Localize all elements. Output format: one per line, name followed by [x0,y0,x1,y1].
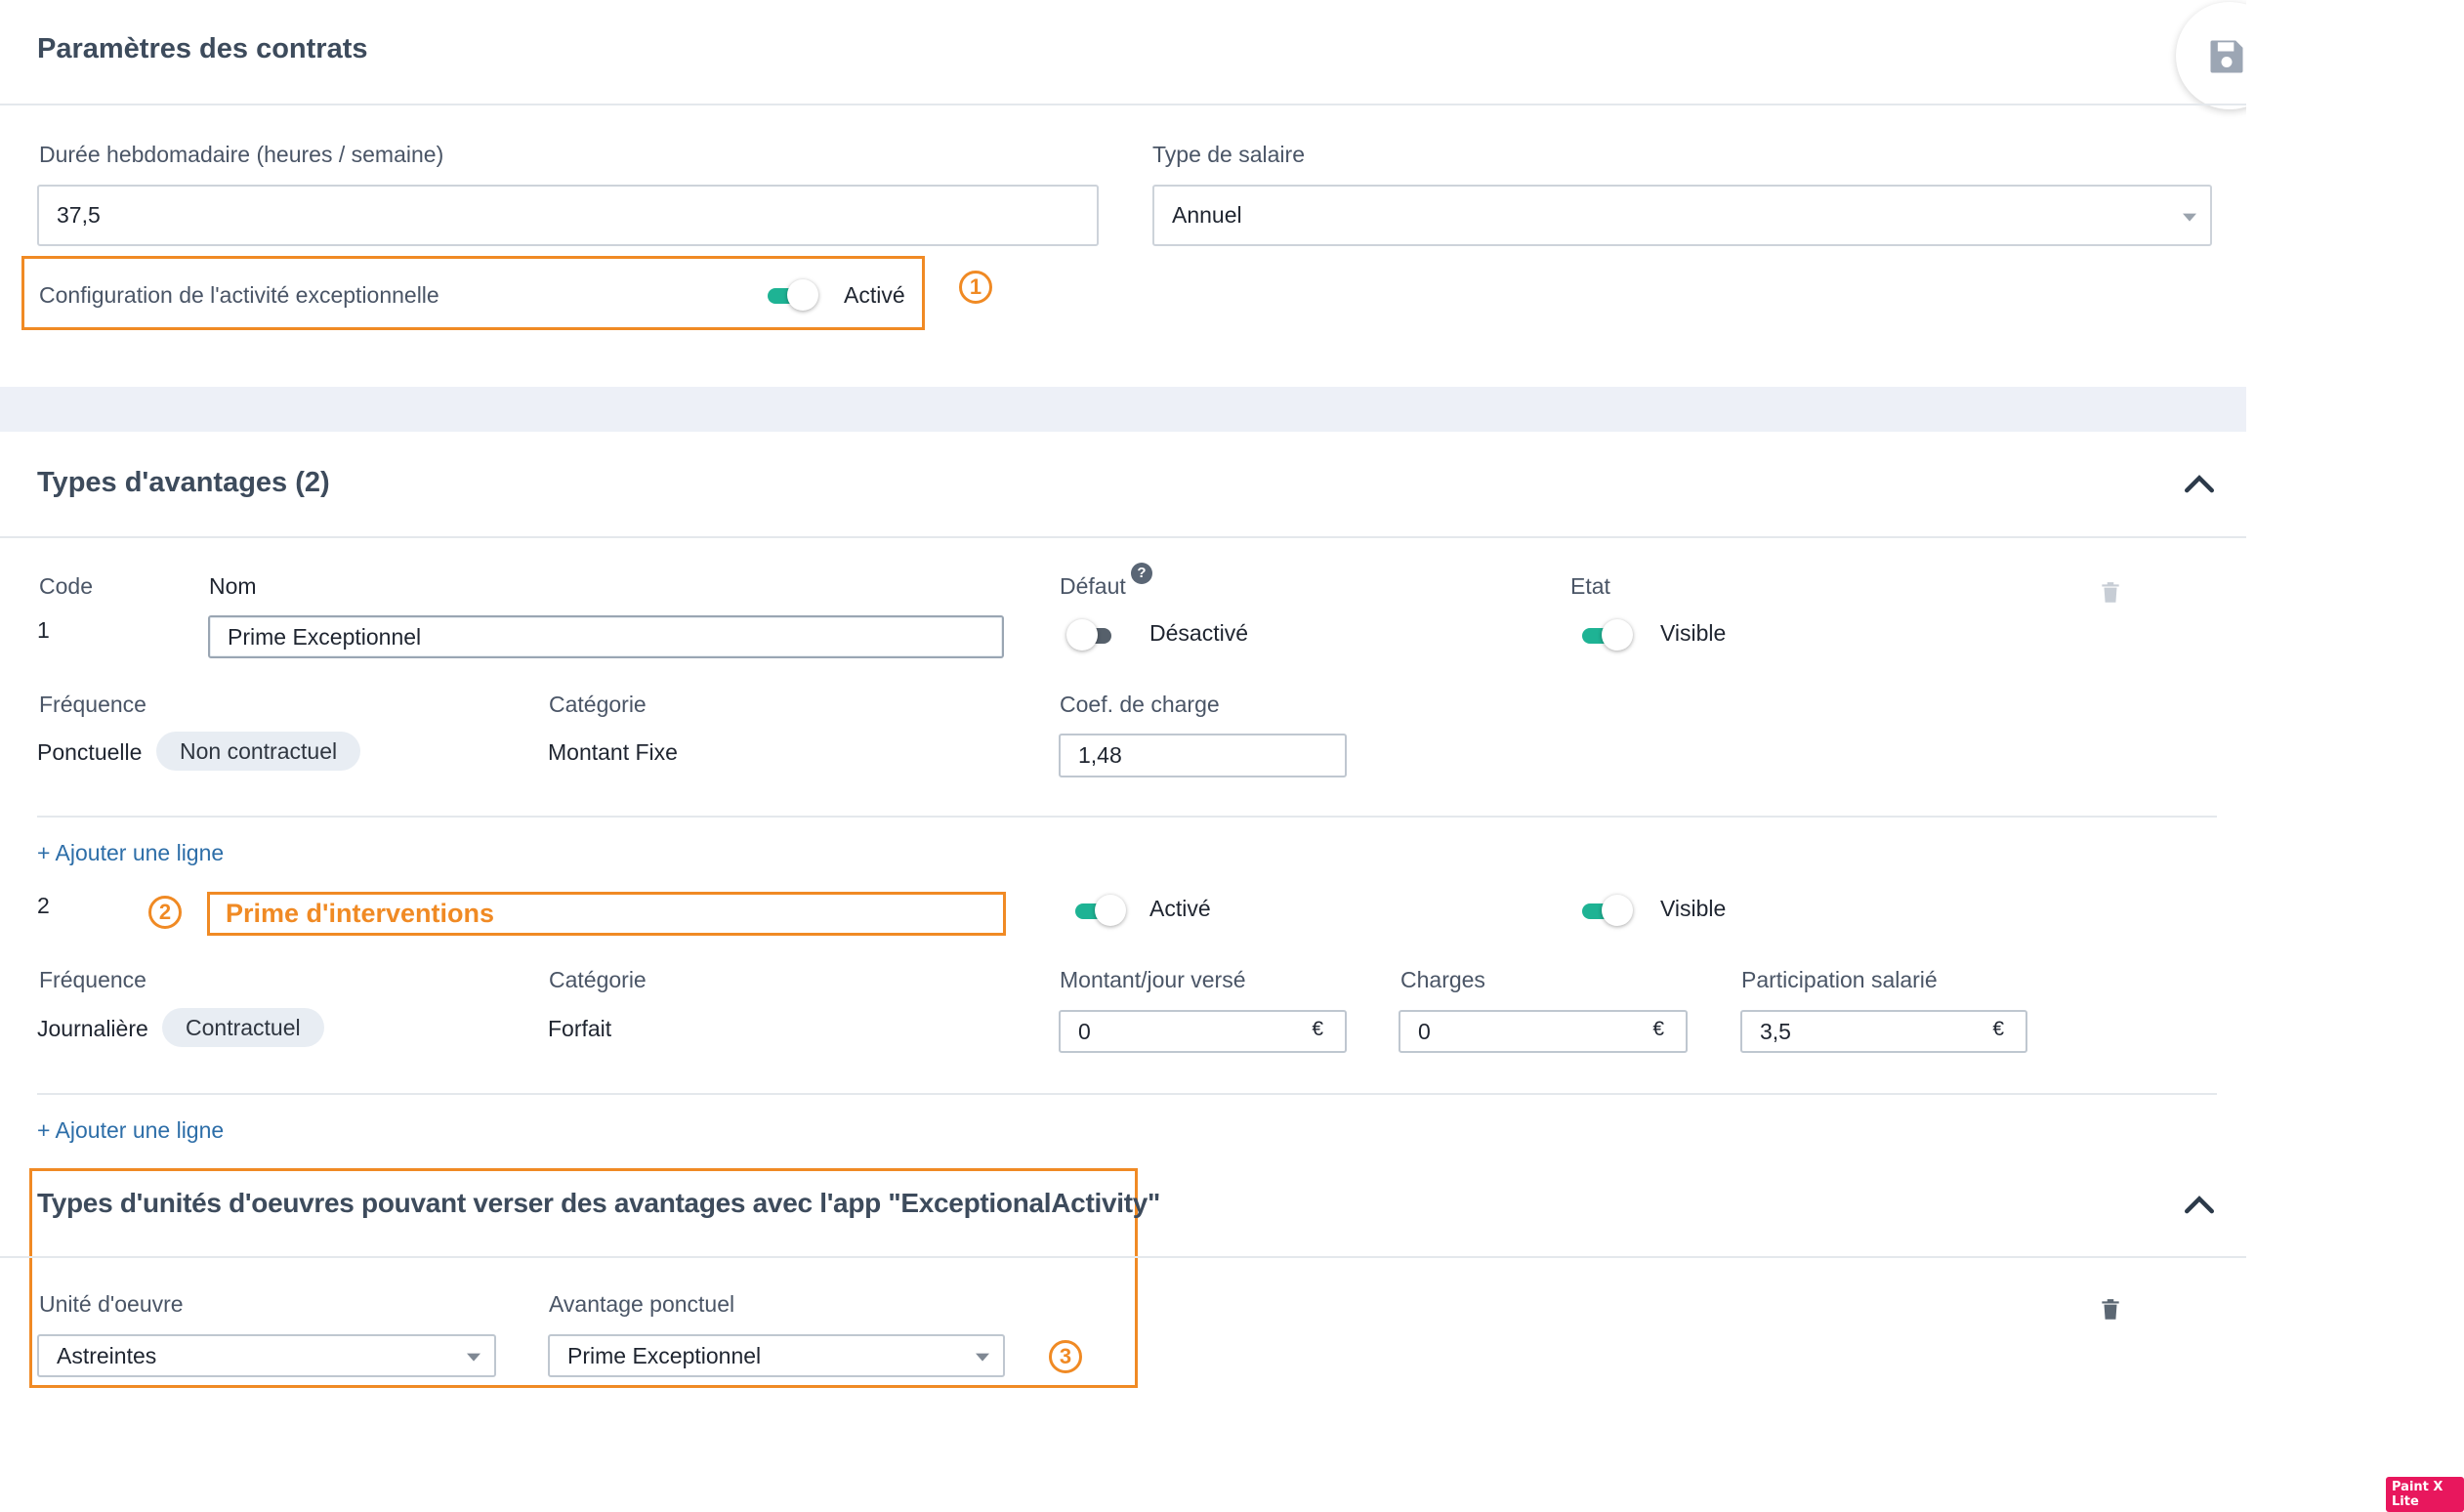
row1-default-toggle[interactable] [1066,619,1115,651]
save-icon [2210,40,2243,73]
row1-visibility-toggle[interactable] [1582,619,1633,651]
row1-code: 1 [37,617,50,643]
row2-amount-input[interactable]: 0 € [1059,1010,1347,1053]
benefit-value: Prime Exceptionnel [567,1342,762,1368]
row1-coef-input[interactable]: 1,48 [1059,734,1347,777]
chevron-down-icon [2183,213,2196,222]
add-line-link[interactable]: + Ajouter une ligne [37,840,224,866]
divider [0,104,2246,105]
exceptional-activity-toggle[interactable] [768,279,818,311]
benefit-types-panel: Types d'avantages (2) Code Nom Défaut ? … [0,432,2246,1184]
default-header: Défaut [1060,573,1126,599]
salary-type-value: Annuel [1172,202,1242,228]
row1-default-state: Désactivé [1149,620,1248,646]
work-unit-value: Astreintes [57,1342,157,1368]
row2-visibility-state: Visible [1660,896,1727,921]
row2-amount-value: 0 [1078,1018,1091,1044]
row2-default-toggle[interactable] [1075,895,1126,926]
row1-contract-badge: Non contractuel [156,732,361,771]
row2-code: 2 [37,893,50,918]
row1-coef-label: Coef. de charge [1060,692,1220,717]
page-title: Paramètres des contrats [37,33,368,64]
help-icon[interactable]: ? [1131,563,1152,584]
benefit-label: Avantage ponctuel [549,1291,735,1317]
row1-name-value: Prime Exceptionnel [228,623,422,650]
annotation-marker-1: 1 [959,271,992,304]
trash-icon[interactable] [2098,578,2123,608]
row2-name-input[interactable]: Prime d'interventions [207,892,1006,936]
row2-participation-label: Participation salarié [1741,967,1938,992]
row2-name-value: Prime d'interventions [226,899,494,928]
exceptional-activity-label: Configuration de l'activité exceptionnel… [39,282,439,308]
exceptional-activity-state: Activé [844,282,905,308]
row2-amount-label: Montant/jour versé [1060,967,1246,992]
add-line-link-2[interactable]: + Ajouter une ligne [37,1117,224,1144]
row2-visibility-toggle[interactable] [1582,895,1633,926]
salary-type-label: Type de salaire [1152,142,1305,167]
currency-symbol: € [1992,1018,2004,1040]
row2-participation-value: 3,5 [1760,1018,1791,1044]
weekly-hours-value: 37,5 [57,202,101,228]
weekly-hours-input[interactable]: 37,5 [37,185,1099,246]
code-header: Code [39,573,93,599]
benefit-types-title: Types d'avantages (2) [37,467,330,498]
row2-contract-badge: Contractuel [162,1008,324,1047]
watermark: Paint X Lite [2386,1477,2464,1512]
right-clip [2246,0,2464,1504]
trash-icon[interactable] [2098,1295,2123,1324]
row1-name-input[interactable]: Prime Exceptionnel [208,615,1004,658]
work-units-title: Types d'unités d'oeuvres pouvant verser … [37,1188,1160,1218]
currency-symbol: € [1312,1018,1323,1040]
row1-category-label: Catégorie [549,692,647,717]
row2-participation-input[interactable]: 3,5 € [1740,1010,2027,1053]
row2-frequency-value: Journalière [37,1016,148,1041]
currency-symbol: € [1652,1018,1664,1040]
weekly-hours-label: Durée hebdomadaire (heures / semaine) [39,142,444,167]
row-divider [37,816,2217,818]
work-units-panel: Types d'unités d'oeuvres pouvant verser … [0,1168,2246,1403]
chevron-down-icon [467,1353,480,1362]
annotation-marker-2: 2 [148,896,182,929]
state-header: Etat [1570,573,1610,599]
row2-charges-label: Charges [1400,967,1485,992]
annotation-marker-3: 3 [1049,1340,1082,1373]
chevron-down-icon [976,1353,989,1362]
row-divider [37,1093,2217,1095]
row2-category-value: Forfait [548,1016,612,1041]
chevron-up-icon[interactable] [2183,467,2216,500]
chevron-up-icon[interactable] [2183,1188,2216,1221]
row2-charges-value: 0 [1418,1018,1431,1044]
row1-frequency-value: Ponctuelle [37,739,143,765]
salary-type-select[interactable]: Annuel [1152,185,2212,246]
name-header: Nom [209,573,257,599]
row2-category-label: Catégorie [549,967,647,992]
row1-frequency-label: Fréquence [39,692,146,717]
row2-frequency-label: Fréquence [39,967,146,992]
row1-coef-value: 1,48 [1078,742,1122,768]
divider [0,1256,2246,1258]
divider [0,536,2246,538]
row1-category-value: Montant Fixe [548,739,678,765]
work-unit-select[interactable]: Astreintes [37,1334,496,1377]
section-separator [0,387,2246,432]
work-unit-label: Unité d'oeuvre [39,1291,184,1317]
row2-default-state: Activé [1149,896,1211,921]
contract-settings-panel: Paramètres des contrats Durée hebdomadai… [0,0,2464,1504]
benefit-select[interactable]: Prime Exceptionnel [548,1334,1005,1377]
row2-charges-input[interactable]: 0 € [1399,1010,1688,1053]
row1-visibility-state: Visible [1660,620,1727,646]
